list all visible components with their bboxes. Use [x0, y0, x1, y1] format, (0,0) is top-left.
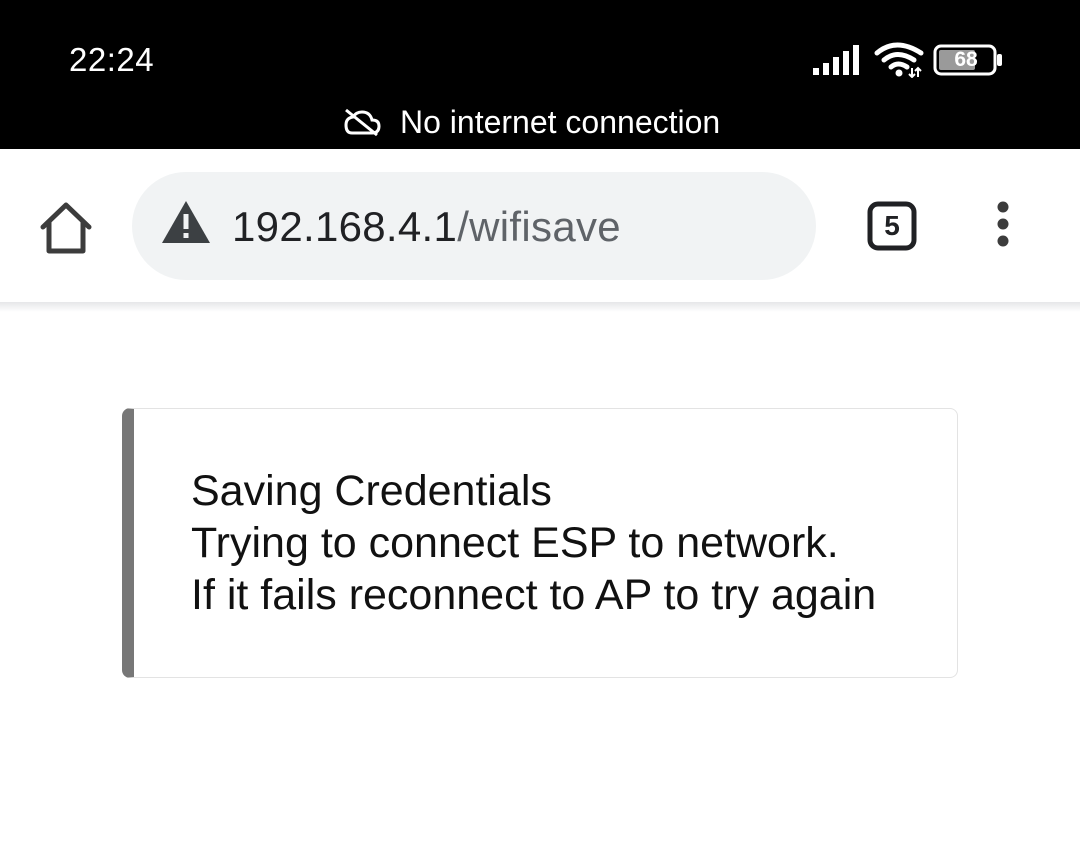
tab-count: 5: [884, 210, 900, 241]
url-host: 192.168.4.1: [232, 203, 458, 250]
message-text: Saving Credentials Trying to connect ESP…: [191, 465, 876, 621]
warning-icon[interactable]: [160, 199, 212, 245]
message-line-status: Trying to connect ESP to network.: [191, 519, 839, 567]
status-bar: 22:24 68 No internet connection: [0, 0, 1080, 149]
url-path: /wifisave: [457, 203, 621, 250]
home-icon: [40, 202, 92, 254]
network-status-text: No internet connection: [400, 104, 721, 140]
battery-level: 68: [954, 48, 978, 71]
message-card: Saving Credentials Trying to connect ESP…: [122, 408, 958, 678]
status-icons: 68: [812, 40, 1007, 80]
url-text[interactable]: 192.168.4.1/wifisave: [232, 202, 621, 252]
wifi-icon: [874, 42, 924, 78]
signal-icon: [813, 45, 859, 75]
network-status: No internet connection: [0, 100, 1080, 144]
toolbar-divider: [0, 302, 1080, 312]
message-line-title: Saving Credentials: [191, 467, 552, 515]
message-line-hint: If it fails reconnect to AP to try again: [191, 571, 877, 619]
address-bar[interactable]: 192.168.4.1/wifisave: [132, 172, 816, 280]
overflow-menu-button[interactable]: [983, 199, 1023, 255]
home-button[interactable]: [36, 199, 96, 259]
tab-switcher-button[interactable]: 5: [867, 201, 917, 251]
overflow-menu-icon: [997, 201, 1009, 247]
status-time: 22:24: [69, 41, 155, 78]
browser-toolbar: 192.168.4.1/wifisave 5: [0, 149, 1080, 302]
cloud-off-icon: [344, 108, 381, 136]
